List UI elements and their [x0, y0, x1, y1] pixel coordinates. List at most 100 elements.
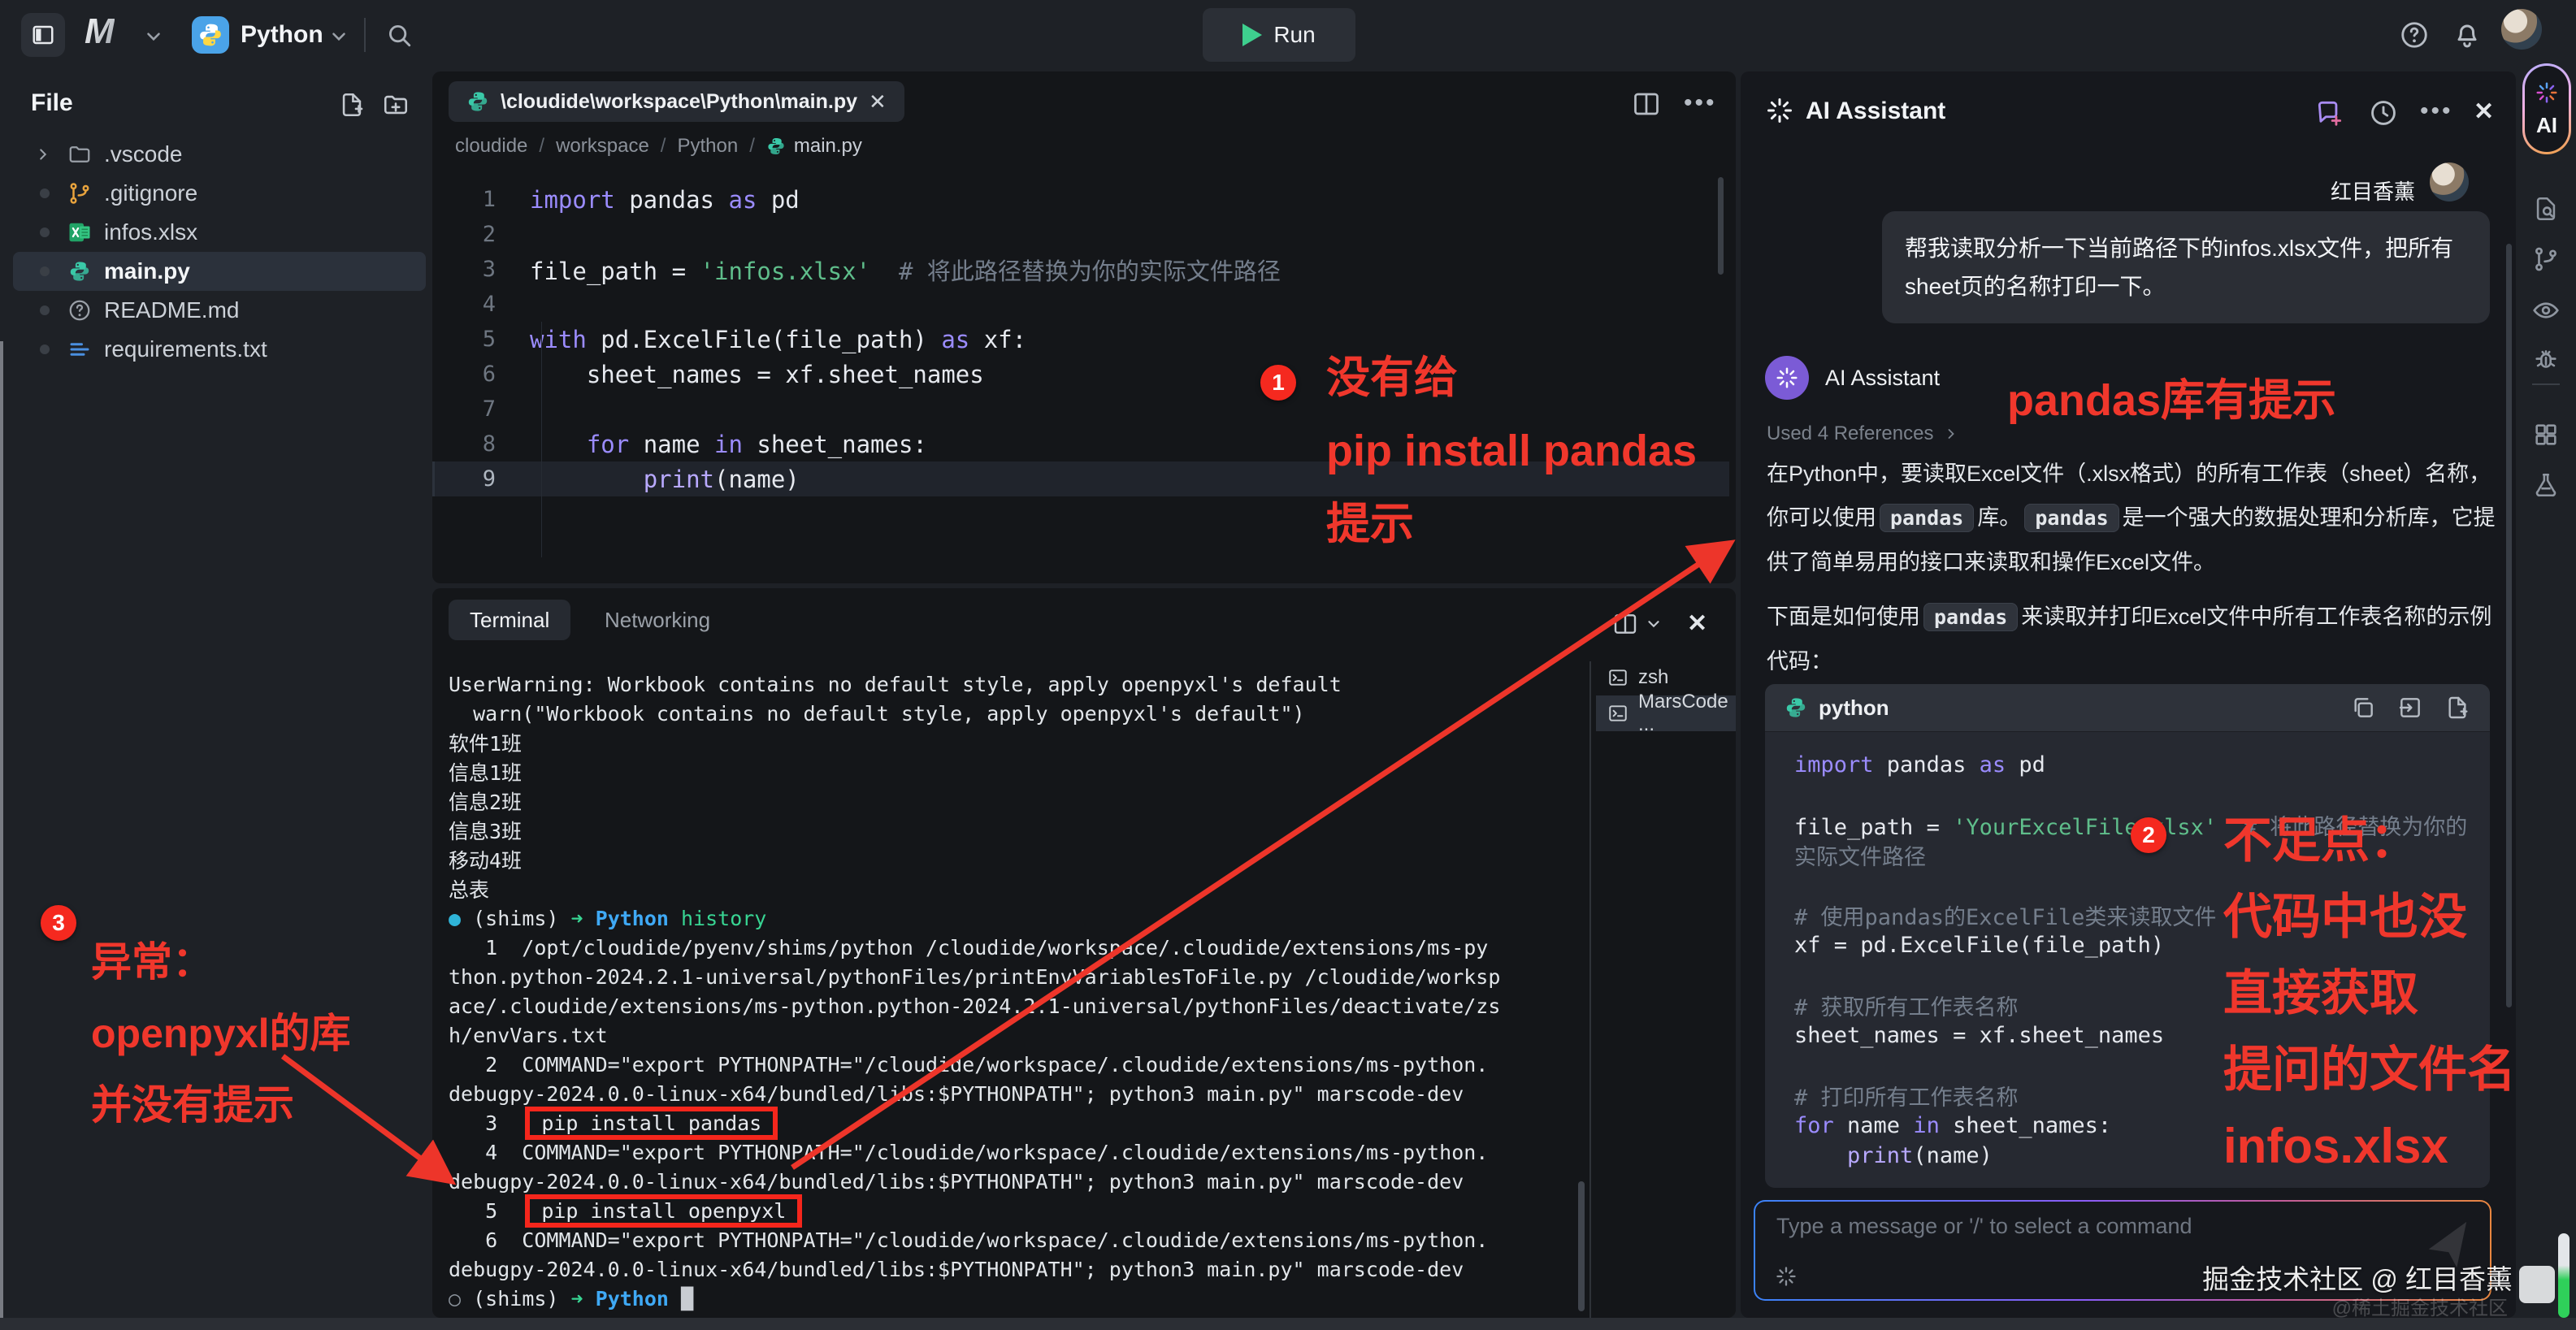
breadcrumb-item[interactable]: main.py [766, 135, 862, 158]
ai-sparkle-icon [2535, 80, 2559, 105]
file-type-icon [67, 219, 93, 245]
rail-ai-assistant-button[interactable]: AI [2522, 63, 2571, 154]
code-line[interactable] [1794, 780, 2461, 810]
code-line[interactable]: 7 [432, 392, 1729, 427]
ai-assistant-panel: AI Assistant ••• ✕ 红目香薰 帮我读取分析一下当前路径下的in… [1741, 71, 2516, 1318]
code-line[interactable]: 4 [432, 287, 1729, 322]
ai-assistant-name: AI Assistant [1825, 366, 1940, 391]
green-scroll-indicator[interactable] [2558, 1233, 2569, 1318]
rail-item-file-search-icon[interactable] [2516, 195, 2576, 223]
tab-terminal[interactable]: Terminal [449, 600, 570, 640]
rail-item-extensions-icon[interactable] [2516, 421, 2576, 448]
code-line[interactable]: print(name) [1794, 1141, 2461, 1171]
rail-item-debug-icon[interactable] [2516, 346, 2576, 374]
editor-more-actions-icon[interactable]: ••• [1684, 89, 1717, 117]
chat-history-icon[interactable] [2368, 97, 2399, 128]
breadcrumb[interactable]: cloudide/workspace/Python/main.py [455, 135, 862, 158]
terminal-scrollbar[interactable] [1578, 1181, 1585, 1311]
split-terminal-button[interactable] [1612, 611, 1663, 637]
code-line[interactable]: # 打印所有工作表名称 [1794, 1081, 2461, 1111]
chat-message-input[interactable] [1775, 1213, 2444, 1240]
editor-tab[interactable]: \cloudide\workspace\Python\main.py ✕ [449, 81, 904, 122]
rail-item-source-control-icon[interactable] [2516, 245, 2576, 273]
breadcrumb-item[interactable]: workspace [556, 135, 649, 158]
new-file-icon[interactable] [338, 91, 366, 119]
code-block-content[interactable]: import pandas as pd file_path = 'YourExce… [1765, 732, 2490, 1188]
rail-divider [2532, 383, 2560, 385]
file-item[interactable]: .vscode [13, 135, 426, 174]
code-line[interactable]: # 使用pandas的ExcelFile类来读取文件 [1794, 900, 2461, 930]
file-item[interactable]: README.md [13, 291, 426, 330]
code-line[interactable] [1794, 1171, 2461, 1188]
file-item[interactable]: .gitignore [13, 174, 426, 213]
code-line[interactable]: 8 for name in sheet_names: [432, 427, 1729, 461]
breadcrumb-item[interactable]: cloudide [455, 135, 527, 158]
file-item[interactable]: requirements.txt [13, 330, 426, 369]
terminal-output[interactable]: UserWarning: Workbook contains no defaul… [449, 669, 1586, 1313]
ai-more-actions-icon[interactable]: ••• [2420, 97, 2453, 125]
run-button[interactable]: Run [1203, 8, 1355, 62]
help-icon[interactable] [2399, 19, 2430, 50]
new-folder-icon[interactable] [382, 91, 410, 119]
rail-item-labs-icon[interactable] [2516, 471, 2576, 499]
annotation-badge-1: 1 [1260, 365, 1296, 401]
code-line[interactable]: 5with pd.ExcelFile(file_path) as xf: [432, 322, 1729, 357]
chat-scrollbar[interactable] [2506, 244, 2512, 1007]
terminal-line: h/envVars.txt [449, 1020, 1586, 1050]
indent-guide [541, 322, 542, 557]
code-editor[interactable]: 1import pandas as pd 2 3file_path = 'infos… [432, 171, 1729, 588]
create-file-from-code-icon[interactable] [2444, 695, 2470, 721]
search-icon[interactable] [385, 21, 413, 49]
terminal-session-item[interactable]: MarsCode ... [1596, 695, 1736, 731]
user-avatar[interactable] [2501, 9, 2542, 50]
code-line[interactable]: import pandas as pd [1794, 750, 2461, 780]
window-left-edge [0, 341, 3, 1330]
terminal-line: debugpy-2024.0.0-linux-x64/bundled/libs:… [449, 1167, 1586, 1196]
references-toggle[interactable]: Used 4 References [1767, 422, 1959, 445]
input-sparkle-icon [1775, 1265, 1798, 1288]
sidebar-toggle-button[interactable] [21, 13, 65, 57]
file-explorer-panel: File .vscode.gitignoreinfos.xlsxmain.py R… [7, 71, 432, 1318]
code-line[interactable]: 9 print(name) [432, 461, 1729, 496]
project-chevron-down-icon[interactable] [328, 26, 349, 47]
code-line[interactable]: file_path = 'YourExcelFile.xlsx' # 将此路径替… [1794, 810, 2461, 840]
annotation-red-box: pip install pandas [525, 1107, 778, 1140]
code-line[interactable]: for name in sheet_names: [1794, 1111, 2461, 1141]
code-line[interactable] [1794, 1051, 2461, 1081]
breadcrumb-item[interactable]: Python [677, 135, 738, 158]
chat-user-avatar [2430, 162, 2469, 201]
tab-networking[interactable]: Networking [583, 600, 731, 640]
code-line[interactable]: sheet_names = xf.sheet_names [1794, 1020, 2461, 1051]
file-item[interactable]: main.py [13, 252, 426, 291]
chevron-right-icon[interactable] [34, 145, 55, 163]
copy-code-icon[interactable] [2350, 695, 2376, 721]
code-line[interactable]: 6 sheet_names = xf.sheet_names [432, 357, 1729, 392]
code-line[interactable] [1794, 960, 2461, 990]
insert-code-icon[interactable] [2397, 695, 2423, 721]
project-python-icon[interactable] [192, 16, 229, 54]
line-number: 2 [432, 222, 496, 247]
ide-window: M Python Run [0, 0, 2576, 1330]
code-line[interactable]: 实际文件路径 [1794, 840, 2461, 870]
logo-chevron-down-icon[interactable] [143, 26, 164, 47]
split-editor-icon[interactable] [1632, 89, 1661, 119]
code-line[interactable]: 3file_path = 'infos.xlsx' # 将此路径替换为你的实际文… [432, 252, 1729, 287]
rail-item-code-review-icon[interactable] [2516, 296, 2576, 325]
notifications-bell-icon[interactable] [2451, 18, 2483, 50]
file-name: README.md [104, 297, 239, 323]
terminal-close-icon[interactable]: ✕ [1687, 609, 1707, 638]
new-chat-icon[interactable] [2314, 97, 2345, 128]
file-item[interactable]: infos.xlsx [13, 213, 426, 252]
code-line[interactable] [1794, 870, 2461, 900]
watermark-cursor-block [2519, 1266, 2555, 1303]
file-panel-title: File [31, 89, 73, 117]
project-name[interactable]: Python [241, 21, 323, 49]
code-line[interactable]: 2 [432, 217, 1729, 252]
ai-panel-close-icon[interactable]: ✕ [2474, 97, 2494, 126]
marscode-logo[interactable]: M [85, 11, 115, 52]
code-line[interactable]: # 获取所有工作表名称 [1794, 990, 2461, 1020]
code-line[interactable]: xf = pd.ExcelFile(file_path) [1794, 930, 2461, 960]
code-line[interactable]: 1import pandas as pd [432, 182, 1729, 217]
editor-scrollbar[interactable] [1718, 177, 1724, 275]
tab-close-icon[interactable]: ✕ [869, 89, 887, 115]
